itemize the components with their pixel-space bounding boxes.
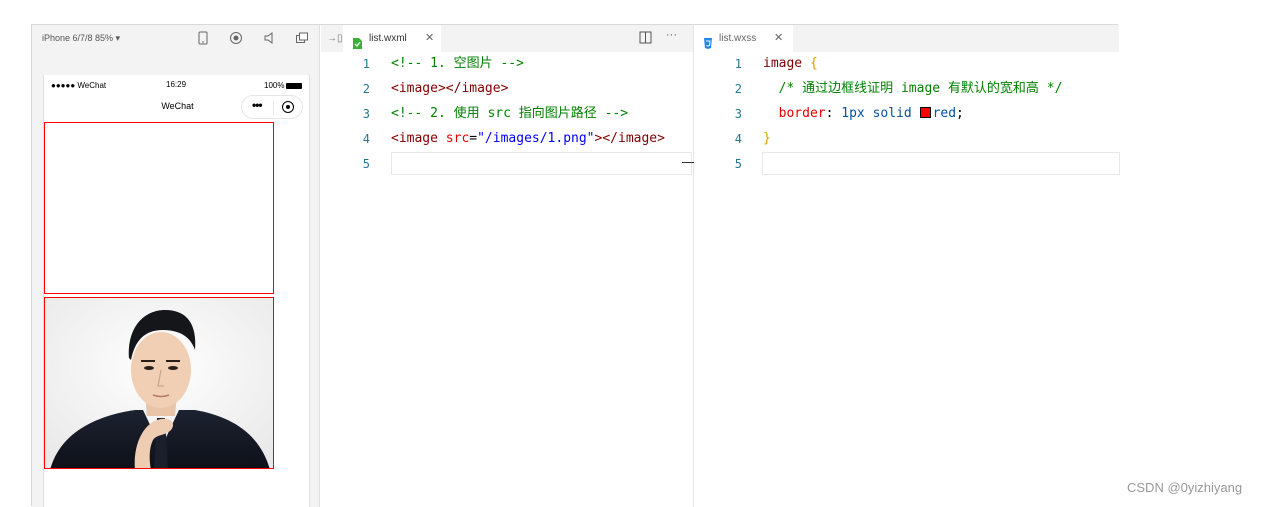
clock-label: 16:29 — [166, 80, 187, 89]
tab-list-wxml[interactable]: list.wxml ✕ — [343, 25, 441, 52]
watermark-text: CSDN @0yizhiyang — [1127, 480, 1243, 495]
code-token: <image — [391, 131, 446, 146]
more-dots-icon[interactable]: ••• — [252, 98, 263, 112]
battery-icon — [286, 82, 303, 89]
phone-screen: ●●●●● WeChat 16:29 100% WeChat ••• — [43, 75, 310, 507]
code-line[interactable]: <image src="/images/1.png"></image> — [391, 126, 665, 151]
tab-list-wxss[interactable]: list.wxss ✕ — [694, 25, 793, 52]
code-token: src — [445, 131, 470, 146]
code-token: "/images/1.png" — [477, 131, 595, 146]
code-token: { — [809, 56, 818, 71]
empty-image-box — [44, 122, 274, 294]
code-token: <!-- 2. 使用 src 指向图片路径 --> — [391, 106, 629, 121]
capsule-divider — [273, 101, 274, 114]
wxss-editor-pane: list.wxss ✕ 1 image {2 /* 通过边框线证明 image 有… — [693, 25, 1120, 507]
battery-indicator: 100% — [264, 81, 303, 90]
phone-status-bar: ●●●●● WeChat 16:29 100% — [44, 75, 311, 95]
code-line[interactable]: <image></image> — [391, 76, 508, 101]
line-number: 1 — [362, 57, 370, 71]
record-icon[interactable] — [229, 31, 243, 45]
device-select[interactable]: iPhone 6/7/8 85% ▾ — [42, 33, 120, 44]
battery-label: 100% — [264, 81, 285, 90]
carrier-label: ●●●●● WeChat — [51, 81, 107, 90]
line-number: 3 — [734, 107, 742, 121]
line-number: 4 — [734, 132, 742, 146]
wxml-editor-pane: →▯ list.wxml ✕ ··· 1 <!-- 1. 空图片 --> 2 <ima… — [321, 25, 693, 507]
code-token: ></image> — [594, 131, 665, 146]
code-line[interactable]: <!-- 1. 空图片 --> — [391, 51, 524, 76]
portrait-image — [44, 297, 274, 469]
line-number: 5 — [734, 157, 742, 171]
line-number: 1 — [734, 57, 742, 71]
current-line-highlight — [762, 152, 1120, 175]
tab-label: list.wxml — [369, 33, 407, 44]
code-token: = — [469, 131, 478, 146]
wxss-tab-bar: list.wxss ✕ — [694, 25, 1119, 52]
sound-icon[interactable] — [262, 31, 276, 45]
close-icon[interactable]: ✕ — [774, 25, 783, 52]
line-number: 4 — [362, 132, 370, 146]
ide-window: iPhone 6/7/8 85% ▾ ●●●●● WeChat 16:29 10… — [31, 24, 1120, 507]
color-swatch — [919, 107, 931, 118]
css3-file-icon — [703, 33, 714, 49]
more-actions-icon[interactable]: ··· — [666, 29, 677, 41]
current-line-highlight — [391, 152, 692, 175]
code-token: 1px solid — [841, 106, 920, 121]
code-token: <image></image> — [391, 81, 509, 96]
line-number: 3 — [362, 107, 370, 121]
code-token: border — [763, 106, 826, 121]
simulator-toolbar: iPhone 6/7/8 85% ▾ — [32, 25, 320, 52]
line-number: 5 — [362, 157, 370, 171]
code-token: <!-- 1. 空图片 --> — [391, 56, 524, 71]
code-token: : — [825, 106, 842, 121]
toggle-sidebar-icon[interactable]: →▯ — [327, 33, 343, 44]
close-target-icon[interactable] — [282, 101, 294, 113]
split-editor-icon[interactable] — [639, 31, 652, 49]
code-token: image — [763, 56, 810, 71]
menu-capsule[interactable]: ••• — [241, 95, 303, 119]
code-token: ; — [956, 106, 964, 121]
phone-icon[interactable] — [196, 31, 210, 45]
simulator-panel: iPhone 6/7/8 85% ▾ ●●●●● WeChat 16:29 10… — [32, 25, 320, 507]
pane-splitter-mark — [682, 162, 694, 163]
code-token: /* 通过边框线证明 image 有默认的宽和高 */ — [763, 81, 1063, 96]
line-number: 2 — [362, 82, 370, 96]
code-line[interactable]: border: 1px solid red; — [763, 101, 964, 126]
code-line[interactable]: <!-- 2. 使用 src 指向图片路径 --> — [391, 101, 628, 126]
wxml-tab-bar: →▯ list.wxml ✕ ··· — [321, 25, 693, 52]
code-token: red — [932, 106, 957, 121]
tab-label: list.wxss — [719, 33, 757, 44]
detach-window-icon[interactable] — [295, 31, 309, 45]
line-number: 2 — [734, 82, 742, 96]
close-icon[interactable]: ✕ — [425, 25, 434, 52]
wxml-file-icon — [352, 33, 363, 49]
code-line[interactable]: /* 通过边框线证明 image 有默认的宽和高 */ — [763, 76, 1063, 101]
code-token: } — [763, 131, 771, 146]
code-line[interactable]: image { — [763, 51, 818, 76]
code-line[interactable]: } — [763, 126, 771, 151]
